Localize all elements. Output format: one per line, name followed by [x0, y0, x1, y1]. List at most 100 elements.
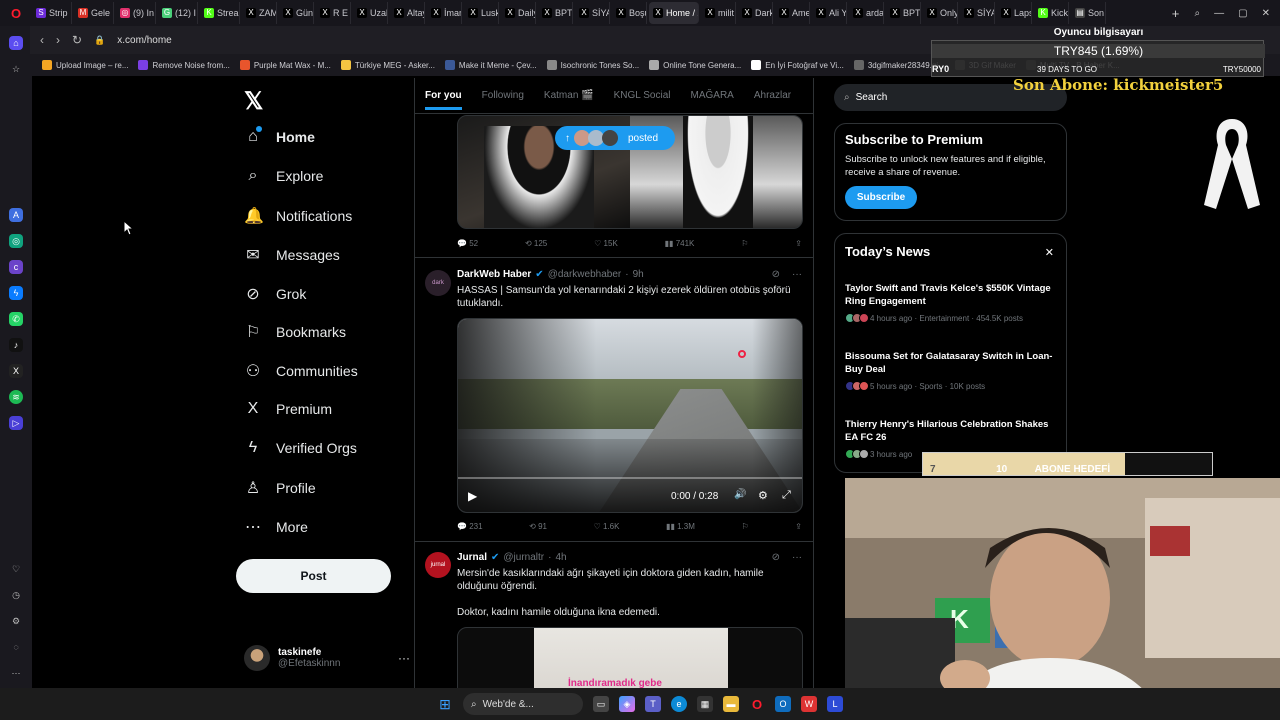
- views-button[interactable]: ▮▮ 1.3M: [666, 522, 695, 531]
- more-icon[interactable]: ···: [792, 552, 802, 563]
- opera-icon[interactable]: O: [749, 696, 765, 712]
- browser-tab[interactable]: XDaily: [501, 2, 536, 24]
- avatar[interactable]: jurnal: [425, 552, 451, 578]
- browser-tab[interactable]: X Only: [923, 2, 958, 24]
- like-button[interactable]: ♡ 1.6K: [594, 522, 620, 531]
- outlook-icon[interactable]: O: [775, 696, 791, 712]
- bookmark-item[interactable]: En İyi Fotoğraf ve Vi...: [751, 60, 844, 70]
- timeline-tab[interactable]: MAĞARA: [691, 90, 734, 101]
- edge-icon[interactable]: e: [671, 696, 687, 712]
- bookmark-item[interactable]: Upload Image – re...: [42, 60, 128, 70]
- nav-item-grok[interactable]: ⊘ Grok: [244, 284, 306, 304]
- close-icon[interactable]: ✕: [1045, 246, 1054, 259]
- timeline-tab[interactable]: For you: [425, 90, 462, 110]
- reply-button[interactable]: 💬 52: [457, 239, 478, 248]
- back-icon[interactable]: ‹: [40, 33, 44, 47]
- nav-item-bookmarks[interactable]: ⚐ Bookmarks: [244, 322, 346, 342]
- browser-tab[interactable]: X BPT: [886, 2, 921, 24]
- browser-tab[interactable]: XGünc: [279, 2, 314, 24]
- tweet-author[interactable]: DarkWeb Haber: [457, 269, 531, 280]
- x-logo-icon[interactable]: 𝕏: [244, 87, 263, 116]
- retweet-button[interactable]: ⟲ 91: [529, 522, 547, 531]
- tweet-image[interactable]: İnandıramadık gebe: [457, 627, 803, 688]
- chatgpt-icon[interactable]: ◎: [9, 234, 23, 248]
- tweet-time[interactable]: 9h: [633, 269, 644, 280]
- browser-tab[interactable]: M Gele: [74, 2, 114, 24]
- bookmark-icon[interactable]: ⚐: [741, 239, 748, 248]
- opera-logo-icon[interactable]: O: [0, 0, 32, 26]
- search-tabs-icon[interactable]: ⌕: [1195, 8, 1201, 19]
- new-tab-icon[interactable]: +: [1167, 6, 1185, 21]
- nav-item-messages[interactable]: ✉ Messages: [244, 245, 340, 265]
- close-window-icon[interactable]: ✕: [1262, 8, 1270, 19]
- reload-icon[interactable]: ↻: [72, 33, 82, 47]
- nav-item-profile[interactable]: ♙ Profile: [244, 478, 316, 498]
- play-icon[interactable]: ▶: [468, 489, 477, 503]
- bookmark-item[interactable]: Remove Noise from...: [138, 60, 230, 70]
- whatsapp-icon[interactable]: ✆: [9, 312, 23, 326]
- bookmark-item[interactable]: Purple Mat Wax - M...: [239, 60, 331, 70]
- news-item[interactable]: Taylor Swift and Travis Kelce's $550K Vi…: [845, 282, 1057, 323]
- nav-item-home[interactable]: ⌂ Home: [244, 126, 315, 146]
- browser-tab[interactable]: XBoşu: [612, 2, 647, 24]
- fullscreen-icon[interactable]: ⤢: [782, 489, 791, 502]
- grok-icon[interactable]: ⊘: [772, 269, 780, 280]
- cs-icon[interactable]: c: [9, 260, 23, 274]
- browser-tab[interactable]: X BPT: [538, 2, 573, 24]
- post-button[interactable]: Post: [236, 559, 391, 593]
- browser-tab[interactable]: XR E N: [316, 2, 351, 24]
- bookmark-item[interactable]: Online Tone Genera...: [649, 60, 741, 70]
- copilot-icon[interactable]: ◈: [619, 696, 635, 712]
- browser-tab[interactable]: X Dark: [738, 2, 773, 24]
- browser-tab[interactable]: ▤ Son: [1071, 2, 1106, 24]
- nav-item-communities[interactable]: ⚇ Communities: [244, 361, 358, 381]
- app-l-icon[interactable]: L: [827, 696, 843, 712]
- nav-item-more[interactable]: ⋯ More: [244, 517, 308, 537]
- browser-tab[interactable]: Xmilit: [701, 2, 736, 24]
- browser-tab[interactable]: K Strea: [200, 2, 240, 24]
- avatar[interactable]: dark: [425, 270, 451, 296]
- player-icon[interactable]: ▷: [9, 416, 23, 430]
- bookmark-item[interactable]: Isochronic Tones So...: [546, 60, 639, 70]
- spotify-icon[interactable]: ≋: [9, 390, 23, 404]
- browser-tab[interactable]: S Strip: [32, 2, 72, 24]
- reply-button[interactable]: 💬 231: [457, 522, 483, 531]
- history-icon[interactable]: ◷: [9, 588, 23, 602]
- settings-icon[interactable]: ⚙: [758, 489, 768, 502]
- share-icon[interactable]: ⇪: [795, 522, 802, 531]
- news-item[interactable]: Bissouma Set for Galatasaray Switch in L…: [845, 350, 1057, 391]
- taskbar-search[interactable]: ⌕ Web'de &...: [463, 693, 583, 715]
- subscribe-button[interactable]: Subscribe: [845, 186, 917, 209]
- home-icon[interactable]: ⌂: [9, 36, 23, 50]
- browser-tab[interactable]: G (12) I: [158, 2, 198, 24]
- browser-tab[interactable]: XAli Yı: [812, 2, 847, 24]
- browser-tab[interactable]: XAltay: [390, 2, 425, 24]
- browser-tab[interactable]: ◎ (9) In: [116, 2, 156, 24]
- heart-icon[interactable]: ♡: [9, 562, 23, 576]
- messenger-icon[interactable]: ϟ: [9, 286, 23, 300]
- account-switcher[interactable]: taskinefe @Efetaskinnn ···: [244, 643, 410, 673]
- timeline-tab[interactable]: Ahrazlar: [754, 90, 791, 101]
- folder-icon[interactable]: ▬: [723, 696, 739, 712]
- store-icon[interactable]: ▦: [697, 696, 713, 712]
- x-icon[interactable]: X: [9, 364, 23, 378]
- browser-tab[interactable]: X Laps: [997, 2, 1032, 24]
- tweet-handle[interactable]: @jurnaltr: [503, 552, 544, 563]
- browser-tab[interactable]: Xarda: [849, 2, 884, 24]
- aria-icon[interactable]: A: [9, 208, 23, 222]
- tweet-author[interactable]: Jurnal: [457, 552, 487, 563]
- bookmark-icon[interactable]: ⚐: [741, 522, 748, 531]
- browser-tab[interactable]: K Kick: [1034, 2, 1069, 24]
- tweet-time[interactable]: 4h: [555, 552, 566, 563]
- nav-item-premium[interactable]: X Premium: [244, 400, 332, 418]
- grok-icon[interactable]: ⊘: [772, 552, 780, 563]
- browser-tab[interactable]: XHome / X: [649, 2, 699, 24]
- more-icon[interactable]: ···: [792, 269, 802, 280]
- maximize-icon[interactable]: ▢: [1238, 8, 1247, 19]
- browser-tab[interactable]: X SİYA: [575, 2, 610, 24]
- tweet-video[interactable]: ▶ 0:00 / 0:28 🔊 ⚙ ⤢: [457, 318, 803, 513]
- wps-icon[interactable]: W: [801, 696, 817, 712]
- views-button[interactable]: ▮▮ 741K: [665, 239, 695, 248]
- browser-tab[interactable]: Xİman: [427, 2, 462, 24]
- browser-tab[interactable]: XUzak: [353, 2, 388, 24]
